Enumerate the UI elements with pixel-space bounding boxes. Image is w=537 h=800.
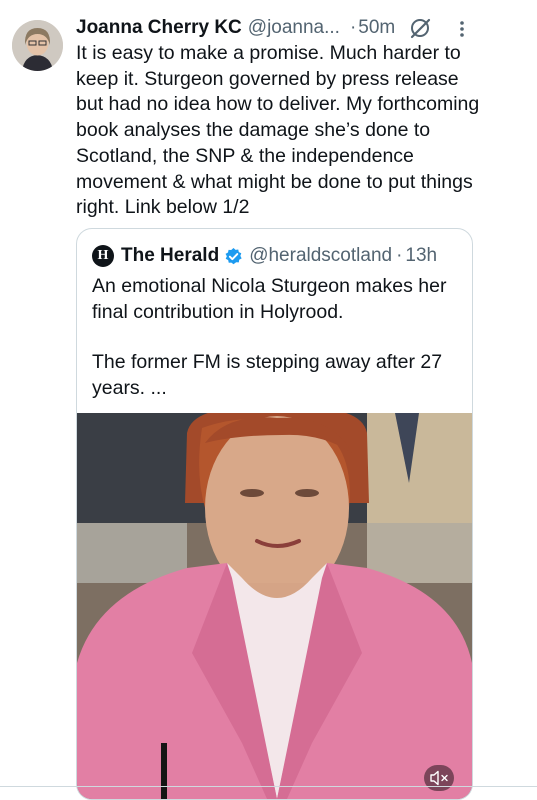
author-name[interactable]: Joanna Cherry KC bbox=[76, 17, 242, 39]
tweet-timestamp[interactable]: 50m bbox=[358, 17, 395, 39]
bottom-divider bbox=[0, 786, 537, 787]
quoted-author-handle[interactable]: @heraldscotland bbox=[249, 245, 392, 267]
quoted-paragraph-1: An emotional Nicola Sturgeon makes her f… bbox=[92, 275, 447, 323]
quoted-author-name[interactable]: The Herald bbox=[121, 245, 219, 267]
author-avatar[interactable] bbox=[12, 20, 63, 71]
quoted-tweet-header: H The Herald @heraldscotland · 13h bbox=[92, 243, 437, 269]
quoted-paragraph-2: The former FM is stepping away after 27 … bbox=[92, 351, 443, 400]
author-handle[interactable]: @joanna... bbox=[248, 17, 340, 39]
quoted-tweet-card[interactable]: H The Herald @heraldscotland · 13h An em… bbox=[76, 228, 473, 800]
quoted-timestamp[interactable]: 13h bbox=[405, 245, 437, 267]
verified-badge-icon bbox=[225, 247, 242, 264]
tweet-text: It is easy to make a promise. Much harde… bbox=[76, 42, 480, 219]
quoted-separator-dot: · bbox=[396, 245, 403, 266]
herald-logo[interactable]: H bbox=[92, 245, 114, 267]
more-options-icon[interactable] bbox=[455, 18, 469, 40]
quoted-tweet-text: An emotional Nicola Sturgeon makes her f… bbox=[92, 274, 462, 402]
grok-icon[interactable] bbox=[408, 16, 432, 40]
mute-icon[interactable] bbox=[424, 765, 454, 791]
video-thumbnail[interactable] bbox=[77, 413, 472, 799]
separator-dot: · bbox=[349, 17, 357, 38]
